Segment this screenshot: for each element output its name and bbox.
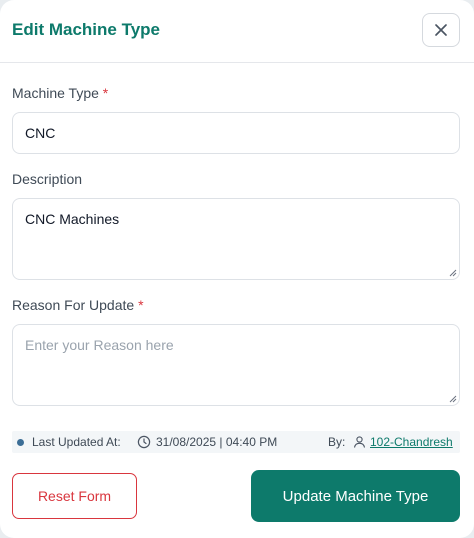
modal-header: Edit Machine Type [0, 0, 474, 63]
modal-title: Edit Machine Type [12, 20, 160, 39]
resize-handle-icon[interactable] [448, 394, 457, 403]
required-mark: * [102, 85, 109, 101]
machine-type-value: CNC [25, 125, 56, 141]
close-icon [435, 24, 447, 36]
resize-handle-icon[interactable] [448, 268, 457, 277]
reason-label-text: Reason For Update [12, 297, 135, 313]
last-updated-bar: Last Updated At: 31/08/2025 | 04:40 PM B… [12, 431, 460, 453]
description-label-text: Description [12, 171, 83, 187]
required-mark: * [138, 297, 144, 313]
reset-form-button[interactable]: Reset Form [12, 473, 137, 519]
reason-textarea[interactable]: Enter your Reason here [12, 324, 460, 406]
clock-icon [137, 435, 151, 449]
reason-label: Reason For Update * [12, 296, 144, 314]
updated-by-user-link[interactable]: 102-Chandresh [370, 435, 453, 449]
status-dot [17, 439, 24, 446]
updated-by-label: By: [328, 435, 346, 449]
description-label: Description [12, 170, 82, 188]
machine-type-label: Machine Type * [12, 84, 108, 102]
description-value: CNC Machines [25, 211, 120, 227]
user-icon [353, 436, 366, 448]
description-textarea[interactable]: CNC Machines [12, 198, 460, 280]
reason-placeholder: Enter your Reason here [25, 337, 174, 353]
close-button[interactable] [422, 13, 460, 47]
machine-type-label-text: Machine Type [12, 85, 99, 101]
edit-machine-type-modal: Edit Machine Type Machine Type * CNC Des… [0, 0, 474, 538]
update-machine-type-button[interactable]: Update Machine Type [251, 470, 460, 522]
machine-type-input[interactable]: CNC [12, 112, 460, 154]
last-updated-datetime: 31/08/2025 | 04:40 PM [156, 435, 278, 449]
last-updated-label: Last Updated At: [32, 435, 121, 449]
